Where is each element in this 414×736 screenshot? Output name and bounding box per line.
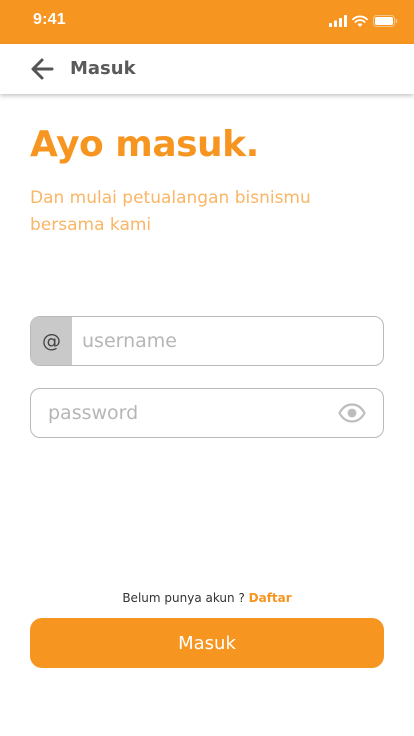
- battery-icon: [373, 15, 398, 27]
- login-button[interactable]: Masuk: [30, 618, 384, 668]
- arrow-left-icon: [31, 58, 54, 80]
- app-bar: Masuk: [0, 44, 414, 94]
- wifi-icon: [352, 15, 368, 27]
- back-button[interactable]: [28, 55, 58, 83]
- page-headline: Ayo masuk.: [30, 124, 259, 165]
- status-time: 9:41: [33, 11, 66, 28]
- at-prefix: @: [31, 317, 72, 365]
- username-field: @: [30, 316, 384, 366]
- show-password-toggle[interactable]: [338, 403, 366, 423]
- app-bar-title: Masuk: [70, 58, 136, 79]
- signal-icon: [329, 15, 347, 27]
- password-input[interactable]: [48, 389, 328, 437]
- status-icons: [329, 15, 398, 27]
- password-field: [30, 388, 384, 438]
- signup-link[interactable]: Daftar: [249, 591, 292, 605]
- page-subtitle: Dan mulai petualangan bisnismu bersama k…: [30, 188, 311, 235]
- username-input[interactable]: [82, 317, 372, 365]
- eye-icon: [338, 403, 366, 423]
- signup-prompt: Belum punya akun ? Daftar: [0, 591, 414, 605]
- signup-prompt-text: Belum punya akun ?: [122, 591, 245, 605]
- status-bar: 9:41: [0, 0, 414, 44]
